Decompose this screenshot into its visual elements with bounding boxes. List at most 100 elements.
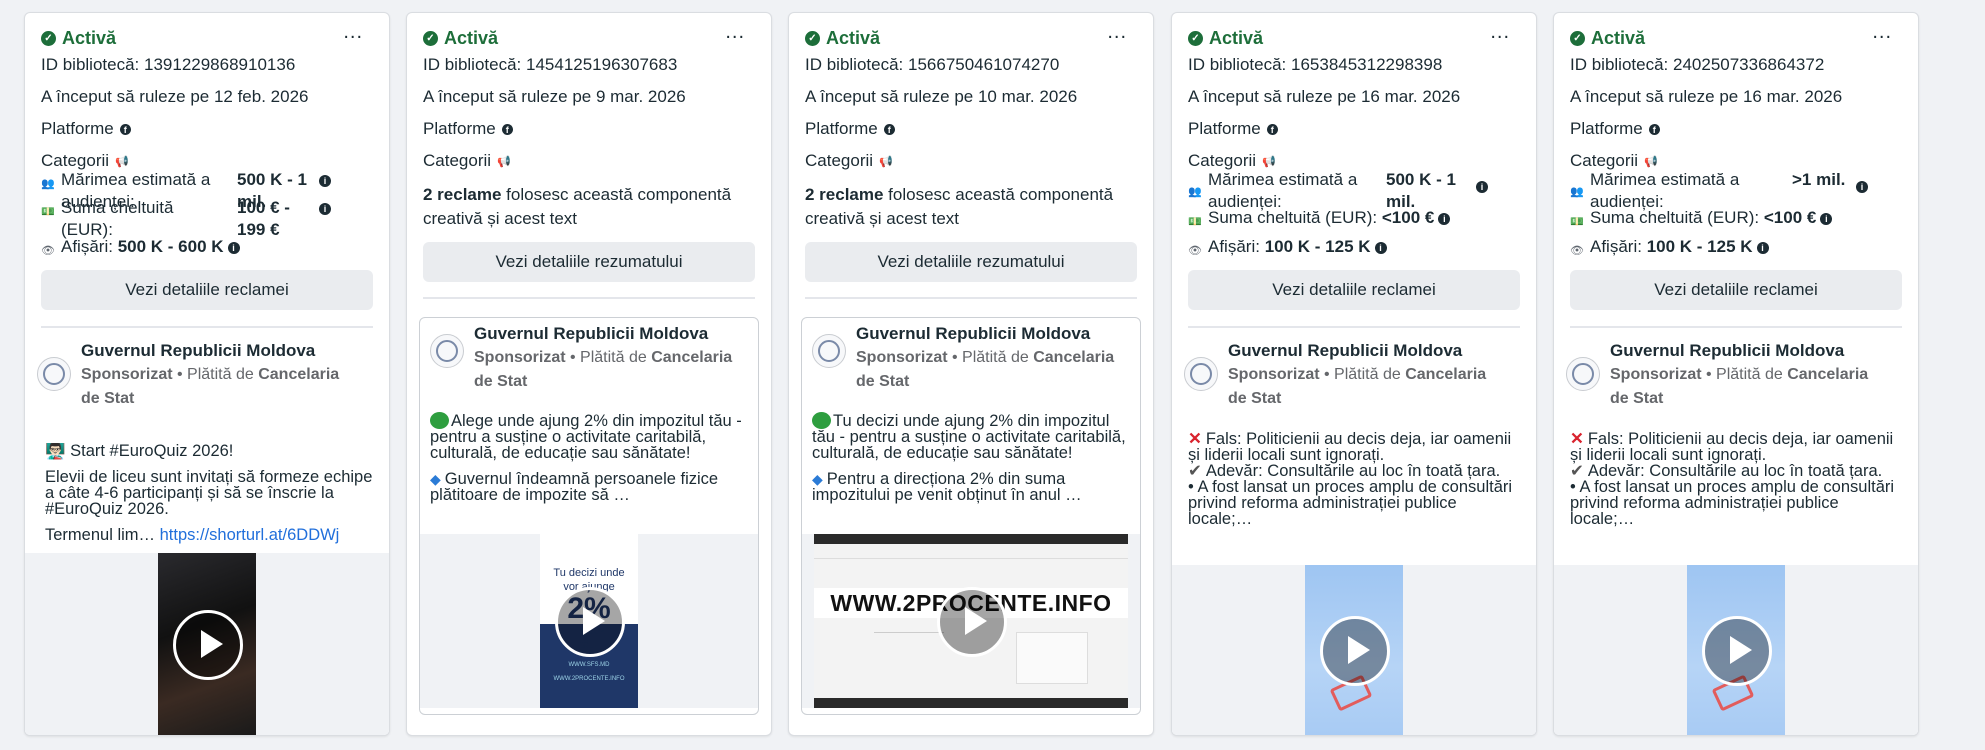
- eye-icon: 👁: [1188, 245, 1202, 257]
- view-ad-details-button[interactable]: Vezi detaliile reclamei: [1570, 270, 1902, 310]
- video-container: [1172, 565, 1536, 735]
- spend-label: Suma cheltuită (EUR):: [1590, 208, 1760, 227]
- ad-text-truncated: • A fost lansat un proces amplu de consu…: [1570, 478, 1895, 528]
- platforms-row: Platforme f: [41, 119, 373, 139]
- ad-link[interactable]: https://shorturl.at/6DDWj: [160, 526, 340, 544]
- paid-by-label: • Plătită de: [947, 349, 1034, 366]
- spend-label: Suma cheltuită (EUR):: [61, 198, 174, 239]
- ads-count: 2 reclame: [423, 185, 502, 204]
- platforms-label: Platforme: [1188, 119, 1261, 138]
- start-date: A început să ruleze pe 12 feb. 2026: [41, 87, 309, 106]
- green-heart-icon: [430, 412, 449, 429]
- page-name[interactable]: Guvernul Republicii Moldova: [1610, 339, 1844, 363]
- divider: [41, 326, 373, 328]
- platforms-label: Platforme: [41, 119, 114, 138]
- ad-text-paragraph: Elevii de liceu sunt invitați să formeze…: [45, 468, 373, 518]
- green-heart-icon: [812, 412, 831, 429]
- info-icon[interactable]: i: [1374, 241, 1387, 254]
- ad-preview: Guvernul Republicii Moldova Sponsorizat …: [1554, 339, 1918, 735]
- library-id: ID bibliotecă: 1653845312298398: [1188, 55, 1443, 74]
- sponsor-line: Sponsorizat • Plătită de Cancelaria de S…: [1228, 363, 1498, 411]
- check-circle-icon: ✓: [805, 30, 820, 46]
- page-name[interactable]: Guvernul Republicii Moldova: [856, 322, 1090, 346]
- avatar[interactable]: [37, 357, 71, 391]
- info-icon[interactable]: i: [1820, 212, 1833, 225]
- facebook-icon: f: [883, 124, 895, 136]
- info-icon[interactable]: i: [1756, 241, 1769, 254]
- paid-by-label: • Plătită de: [1319, 366, 1406, 383]
- info-icon[interactable]: i: [319, 175, 331, 187]
- status-label: Activă: [444, 28, 499, 48]
- paid-by-label: • Plătită de: [565, 349, 652, 366]
- check-circle-icon: ✓: [423, 30, 438, 46]
- info-icon[interactable]: i: [1856, 181, 1868, 193]
- platforms-label: Platforme: [805, 119, 878, 138]
- play-icon[interactable]: [1702, 616, 1772, 686]
- page-name[interactable]: Guvernul Republicii Moldova: [1228, 339, 1462, 363]
- ad-preview: Guvernul Republicii Moldova Sponsorizat …: [25, 339, 389, 735]
- avatar[interactable]: [1184, 357, 1218, 391]
- view-summary-details-button[interactable]: Vezi detaliile rezumatului: [805, 242, 1137, 282]
- facebook-icon: f: [1648, 124, 1660, 136]
- view-ad-details-button[interactable]: Vezi detaliile reclamei: [41, 270, 373, 310]
- platforms-label: Platforme: [423, 119, 496, 138]
- play-icon[interactable]: [555, 587, 625, 657]
- ad-text: Tu decizi unde ajung 2% din impozitul tă…: [812, 412, 1128, 524]
- more-options-icon[interactable]: ...: [725, 21, 745, 44]
- poster-line: Tu decizi unde: [553, 567, 625, 579]
- play-icon[interactable]: [1320, 616, 1390, 686]
- spend-value: <100 €: [1381, 208, 1435, 227]
- facebook-icon: f: [119, 124, 131, 136]
- start-date: A început să ruleze pe 10 mar. 2026: [805, 87, 1078, 106]
- ad-text: ✕ Fals: Politicienii au decis deja, iar o…: [1570, 431, 1906, 543]
- play-icon[interactable]: [173, 610, 243, 680]
- page-name[interactable]: Guvernul Republicii Moldova: [474, 322, 708, 346]
- info-icon[interactable]: i: [319, 203, 331, 215]
- library-id: ID bibliotecă: 2402507336864372: [1570, 55, 1825, 74]
- poster-url: WWW.SFS.MD: [568, 662, 610, 668]
- more-options-icon[interactable]: ...: [1872, 21, 1892, 44]
- more-options-icon[interactable]: ...: [1107, 21, 1127, 44]
- ad-text-line: Fals: Politicienii au decis deja, iar oa…: [1188, 431, 1512, 464]
- more-options-icon[interactable]: ...: [1490, 21, 1510, 44]
- avatar[interactable]: [1566, 357, 1600, 391]
- ad-text-line: 👨🏻‍🏫 Start #EuroQuiz 2026!: [45, 443, 234, 460]
- more-options-icon[interactable]: ...: [343, 21, 363, 44]
- avatar[interactable]: [812, 334, 846, 368]
- check-circle-icon: ✓: [1570, 30, 1585, 46]
- eye-icon: 👁: [41, 245, 55, 257]
- ad-preview: Guvernul Republicii Moldova Sponsorizat …: [801, 317, 1141, 715]
- card-header: ✓ Activă ...: [423, 21, 755, 49]
- sponsored-label: Sponsorizat: [1228, 366, 1320, 383]
- facebook-icon: f: [501, 124, 513, 136]
- play-icon[interactable]: [937, 587, 1007, 657]
- avatar[interactable]: [430, 334, 464, 368]
- view-ad-details-button[interactable]: Vezi detaliile reclamei: [1188, 270, 1520, 310]
- diamond-icon: ◆: [812, 471, 823, 487]
- ad-card: ✓ Activă ... ID bibliotecă: 2402507336864…: [1553, 12, 1919, 736]
- info-icon[interactable]: i: [1438, 212, 1451, 225]
- sponsor-line: Sponsorizat • Plătită de Cancelaria de S…: [856, 346, 1126, 394]
- status-label: Activă: [826, 28, 881, 48]
- sponsor-line: Sponsorizat • Plătită de Cancelaria de S…: [1610, 363, 1880, 411]
- categories-label: Categorii: [423, 151, 492, 170]
- poster-url: WWW.2PROCENTE.INFO: [553, 676, 625, 682]
- ad-text-paragraph: Alege unde ajung 2% din impozitul tău - …: [430, 412, 742, 462]
- platforms-label: Platforme: [1570, 119, 1643, 138]
- ad-text-paragraph: Tu decizi unde ajung 2% din impozitul tă…: [812, 412, 1126, 462]
- ads-count: 2 reclame: [805, 185, 884, 204]
- video-container: WWW.2PROCENTE.INFO: [802, 534, 1140, 708]
- impressions-label: Afișări:: [1590, 237, 1642, 256]
- status-label: Activă: [1591, 28, 1646, 48]
- status-badge: ✓ Activă: [1188, 27, 1520, 49]
- platforms-row: Platforme f: [805, 119, 1137, 139]
- money-icon: 💵: [1570, 216, 1584, 228]
- categories-row: Categorii 📢: [805, 151, 1137, 172]
- start-date: A început să ruleze pe 9 mar. 2026: [423, 87, 686, 106]
- page-name[interactable]: Guvernul Republicii Moldova: [81, 339, 315, 363]
- start-date: A început să ruleze pe 16 mar. 2026: [1570, 87, 1843, 106]
- view-summary-details-button[interactable]: Vezi detaliile rezumatului: [423, 242, 755, 282]
- impressions-label: Afișări:: [1208, 237, 1260, 256]
- info-icon[interactable]: i: [227, 241, 240, 254]
- info-icon[interactable]: i: [1476, 181, 1488, 193]
